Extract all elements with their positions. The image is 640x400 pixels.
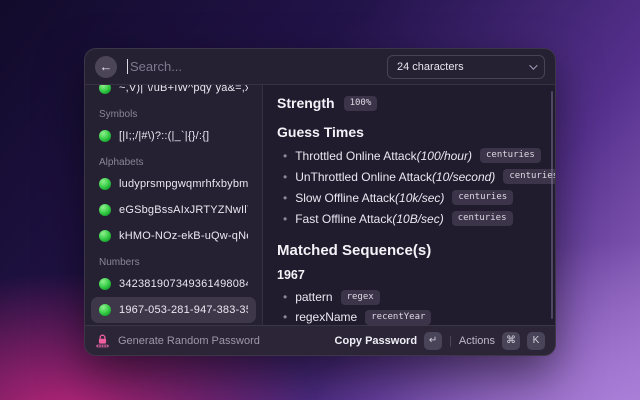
green-circle-icon	[99, 204, 111, 216]
copy-password-label: Copy Password	[334, 334, 418, 347]
dropdown-value: 24 characters	[397, 60, 464, 73]
guess-time-row: • Slow Offline Attack(10k/sec) centuries	[277, 187, 541, 208]
sidebar-list: ~,V)|`\/uB+IW^pqy`ya&=,x Symbols [|I;;/|#\…	[91, 85, 256, 323]
guess-time-value-badge: centuries	[452, 190, 514, 205]
password-text: eGSbgBssAIxJRTYZNwIlYUYN	[119, 204, 248, 216]
bullet-icon: •	[283, 148, 288, 163]
k-key-icon: K	[527, 331, 545, 350]
guess-time-row: • UnThrottled Online Attack(10/second) cen…	[277, 166, 555, 187]
green-circle-icon	[99, 230, 111, 242]
footer-divider: |	[449, 334, 452, 347]
extension-title: Generate Random Password	[118, 334, 260, 347]
sidebar-section-label: Symbols	[99, 108, 138, 120]
password-detail-panel: Strength 100% Guess Times • Throttled Onl…	[263, 85, 555, 325]
guess-time-row: • Fast Offline Attack(10B/sec) centuries	[277, 208, 541, 229]
matched-key-label: regexName	[295, 310, 358, 324]
bullet-icon: •	[283, 310, 288, 324]
password-lock-icon	[96, 334, 109, 347]
search-input[interactable]	[130, 59, 377, 74]
password-text: 342381907349361498084378	[119, 278, 248, 290]
strength-value-badge: 100%	[343, 95, 378, 111]
matched-sequences-heading: Matched Sequence(s)	[277, 242, 432, 259]
command-key-icon: ⌘	[502, 331, 520, 350]
matched-value-badge: regex	[340, 289, 380, 305]
green-circle-icon	[99, 178, 111, 190]
search-area	[127, 59, 377, 74]
guess-time-row: • Throttled Online Attack(100/hour) centur…	[277, 145, 541, 166]
actions-label: Actions	[458, 334, 495, 347]
guess-rate-text: (100/hour)	[416, 148, 472, 163]
password-list-item[interactable]: 342381907349361498084378	[91, 271, 256, 297]
password-list-item[interactable]: ~,V)|`\/uB+IW^pqy`ya&=,x	[91, 85, 256, 101]
guess-time-label: Slow Offline Attack(10k/sec)	[295, 190, 445, 205]
password-generator-window: ← 24 characters ~,V)|`\/uB+IW^pqy`ya&=,x…	[84, 48, 556, 356]
matched-sequence-row: • pattern regex	[277, 287, 541, 307]
actions-button[interactable]: Actions ⌘ K	[458, 331, 545, 350]
guess-rate-text: (10B/sec)	[392, 211, 444, 226]
window-header: ← 24 characters	[85, 49, 555, 85]
guess-time-value-badge: centuries	[503, 169, 555, 184]
matched-value-badge: recentYear	[365, 309, 432, 325]
password-list-item[interactable]: 1967-053-281-947-383-359	[91, 297, 256, 323]
guess-rate-text: (10/second)	[431, 169, 496, 184]
password-text: ludyprsmpgwqmrhfxbybmbtz	[119, 178, 248, 190]
guess-times-heading: Guess Times	[277, 124, 364, 140]
back-button[interactable]: ←	[95, 55, 117, 78]
matched-key-label: pattern	[295, 290, 333, 304]
enter-key-icon: ↵	[424, 331, 443, 350]
sidebar-section-label: Numbers	[99, 256, 140, 268]
bullet-icon: •	[283, 169, 288, 184]
password-list-item[interactable]: [|I;;/|#\)?::(|_`|{}/:{]	[91, 123, 256, 149]
guess-times-list: • Throttled Online Attack(100/hour) centur…	[277, 145, 555, 229]
green-circle-icon	[99, 85, 111, 94]
bullet-icon: •	[283, 290, 288, 304]
green-circle-icon	[99, 304, 111, 316]
guess-time-value-badge: centuries	[479, 148, 541, 163]
copy-password-button[interactable]: Copy Password ↵	[334, 331, 443, 350]
guess-time-value-badge: centuries	[451, 211, 513, 226]
matched-list: •patternregex•regexNamerecentYear•regexM…	[277, 287, 541, 325]
password-list-panel: ~,V)|`\/uB+IW^pqy`ya&=,x Symbols [|I;;/|#\…	[85, 85, 263, 325]
password-text: kHMO-NOz-ekB-uQw-qNe-YGK	[119, 230, 248, 242]
guess-time-label: UnThrottled Online Attack(10/second)	[295, 169, 496, 184]
guess-time-label: Fast Offline Attack(10B/sec)	[295, 211, 444, 226]
chevron-down-icon	[529, 60, 538, 70]
password-list-item[interactable]: eGSbgBssAIxJRTYZNwIlYUYN	[91, 197, 256, 223]
password-text: 1967-053-281-947-383-359	[119, 304, 248, 316]
password-list-item[interactable]: kHMO-NOz-ekB-uQw-qNe-YGK	[91, 223, 256, 249]
strength-heading: Strength	[277, 95, 335, 111]
password-text: [|I;;/|#\)?::(|_`|{}/:{]	[119, 130, 210, 142]
password-list-item[interactable]: ludyprsmpgwqmrhfxbybmbtz	[91, 171, 256, 197]
guess-time-label: Throttled Online Attack(100/hour)	[295, 148, 472, 163]
password-text: ~,V)|`\/uB+IW^pqy`ya&=,x	[119, 85, 248, 94]
back-arrow-icon: ←	[99, 59, 113, 74]
guess-rate-text: (10k/sec)	[395, 190, 445, 205]
green-circle-icon	[99, 278, 111, 290]
window-body: ~,V)|`\/uB+IW^pqy`ya&=,x Symbols [|I;;/|#\…	[85, 85, 555, 325]
sequence-title: 1967	[277, 268, 305, 282]
sidebar-section-label: Alphabets	[99, 156, 144, 168]
text-caret	[127, 59, 128, 74]
green-circle-icon	[99, 130, 111, 142]
bullet-icon: •	[283, 190, 288, 205]
detail-scrollbar[interactable]	[551, 91, 553, 319]
matched-sequence-row: • regexName recentYear	[277, 307, 541, 325]
bullet-icon: •	[283, 211, 288, 226]
character-count-dropdown[interactable]: 24 characters	[387, 54, 545, 79]
action-footer: Generate Random Password Copy Password ↵…	[85, 325, 555, 355]
